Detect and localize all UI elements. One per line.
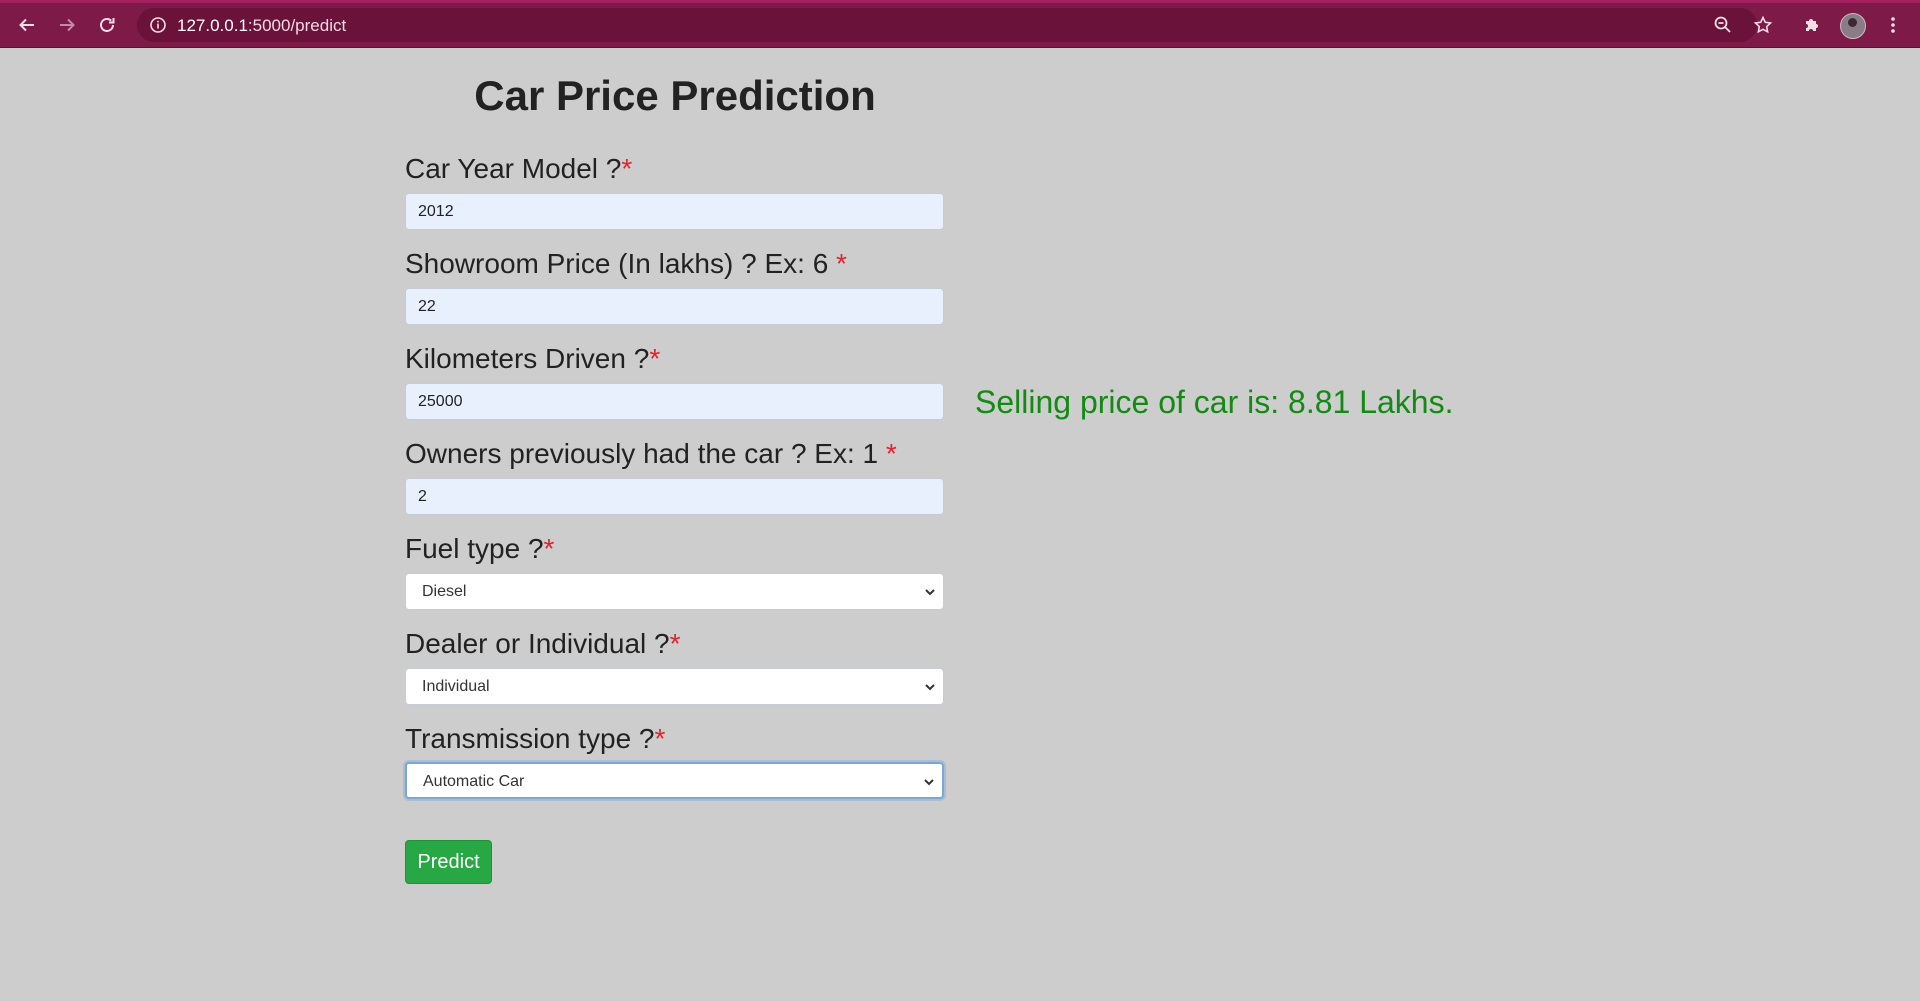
kms-driven-label-text: Kilometers Driven ? [405, 343, 650, 374]
year-input[interactable] [405, 193, 944, 230]
url-path: :5000/predict [247, 16, 347, 35]
fuel-type-selected: Diesel [422, 583, 467, 600]
fuel-type-select[interactable]: Diesel [405, 573, 944, 610]
required-asterisk: * [543, 533, 555, 564]
bookmark-star-icon[interactable] [1750, 12, 1776, 38]
required-asterisk: * [885, 438, 897, 469]
seller-type-selected: Individual [422, 678, 490, 695]
kms-driven-input[interactable] [405, 383, 944, 420]
back-arrow-icon [19, 18, 34, 32]
zoom-icon[interactable] [1710, 12, 1736, 38]
url-host: 127.0.0.1 [177, 16, 248, 35]
page-title: Car Price Prediction [474, 72, 876, 119]
owners-input[interactable] [405, 478, 944, 515]
reload-button[interactable] [92, 10, 122, 40]
required-asterisk: * [649, 343, 661, 374]
seller-type-label: Dealer or Individual ?* [405, 628, 681, 660]
required-asterisk: * [654, 723, 666, 754]
seller-type-label-text: Dealer or Individual ? [405, 628, 670, 659]
fuel-type-label: Fuel type ?* [405, 533, 554, 565]
transmission-label: Transmission type ?* [405, 723, 665, 755]
required-asterisk: * [621, 153, 633, 184]
menu-kebab-icon[interactable] [1880, 12, 1906, 38]
required-asterisk: * [836, 248, 847, 279]
extensions-puzzle-icon[interactable] [1799, 12, 1825, 38]
fuel-type-label-text: Fuel type ? [405, 533, 544, 564]
transmission-select[interactable]: Automatic Car [405, 762, 944, 799]
forward-button[interactable] [52, 10, 82, 40]
transmission-label-text: Transmission type ? [405, 723, 655, 754]
prediction-result: Selling price of car is: 8.81 Lakhs. [975, 384, 1454, 420]
profile-avatar[interactable] [1840, 13, 1866, 39]
seller-type-select[interactable]: Individual [405, 668, 944, 705]
reload-icon [100, 18, 115, 32]
browser-toolbar: 127.0.0.1:5000/predict [0, 0, 1920, 48]
site-info-icon[interactable] [149, 16, 167, 34]
forward-arrow-icon [60, 18, 75, 32]
year-label-text: Car Year Model ? [405, 153, 622, 184]
url-text: 127.0.0.1:5000/predict [177, 16, 346, 36]
showroom-price-label: Showroom Price (In lakhs) ? Ex: 6 * [405, 248, 847, 280]
showroom-price-input[interactable] [405, 288, 944, 325]
showroom-price-label-text: Showroom Price (In lakhs) ? Ex: 6 [405, 248, 837, 279]
transmission-selected: Automatic Car [423, 773, 525, 790]
chevron-down-icon [925, 684, 935, 691]
predict-button[interactable]: Predict [405, 840, 492, 884]
address-bar[interactable]: 127.0.0.1:5000/predict [137, 8, 1757, 42]
owners-label-text: Owners previously had the car ? Ex: 1 [405, 438, 886, 469]
back-button[interactable] [12, 10, 42, 40]
chevron-down-icon [925, 589, 935, 596]
required-asterisk: * [669, 628, 681, 659]
owners-label: Owners previously had the car ? Ex: 1 * [405, 438, 897, 470]
chevron-down-icon [924, 779, 934, 786]
year-label: Car Year Model ?* [405, 153, 632, 185]
kms-driven-label: Kilometers Driven ?* [405, 343, 660, 375]
